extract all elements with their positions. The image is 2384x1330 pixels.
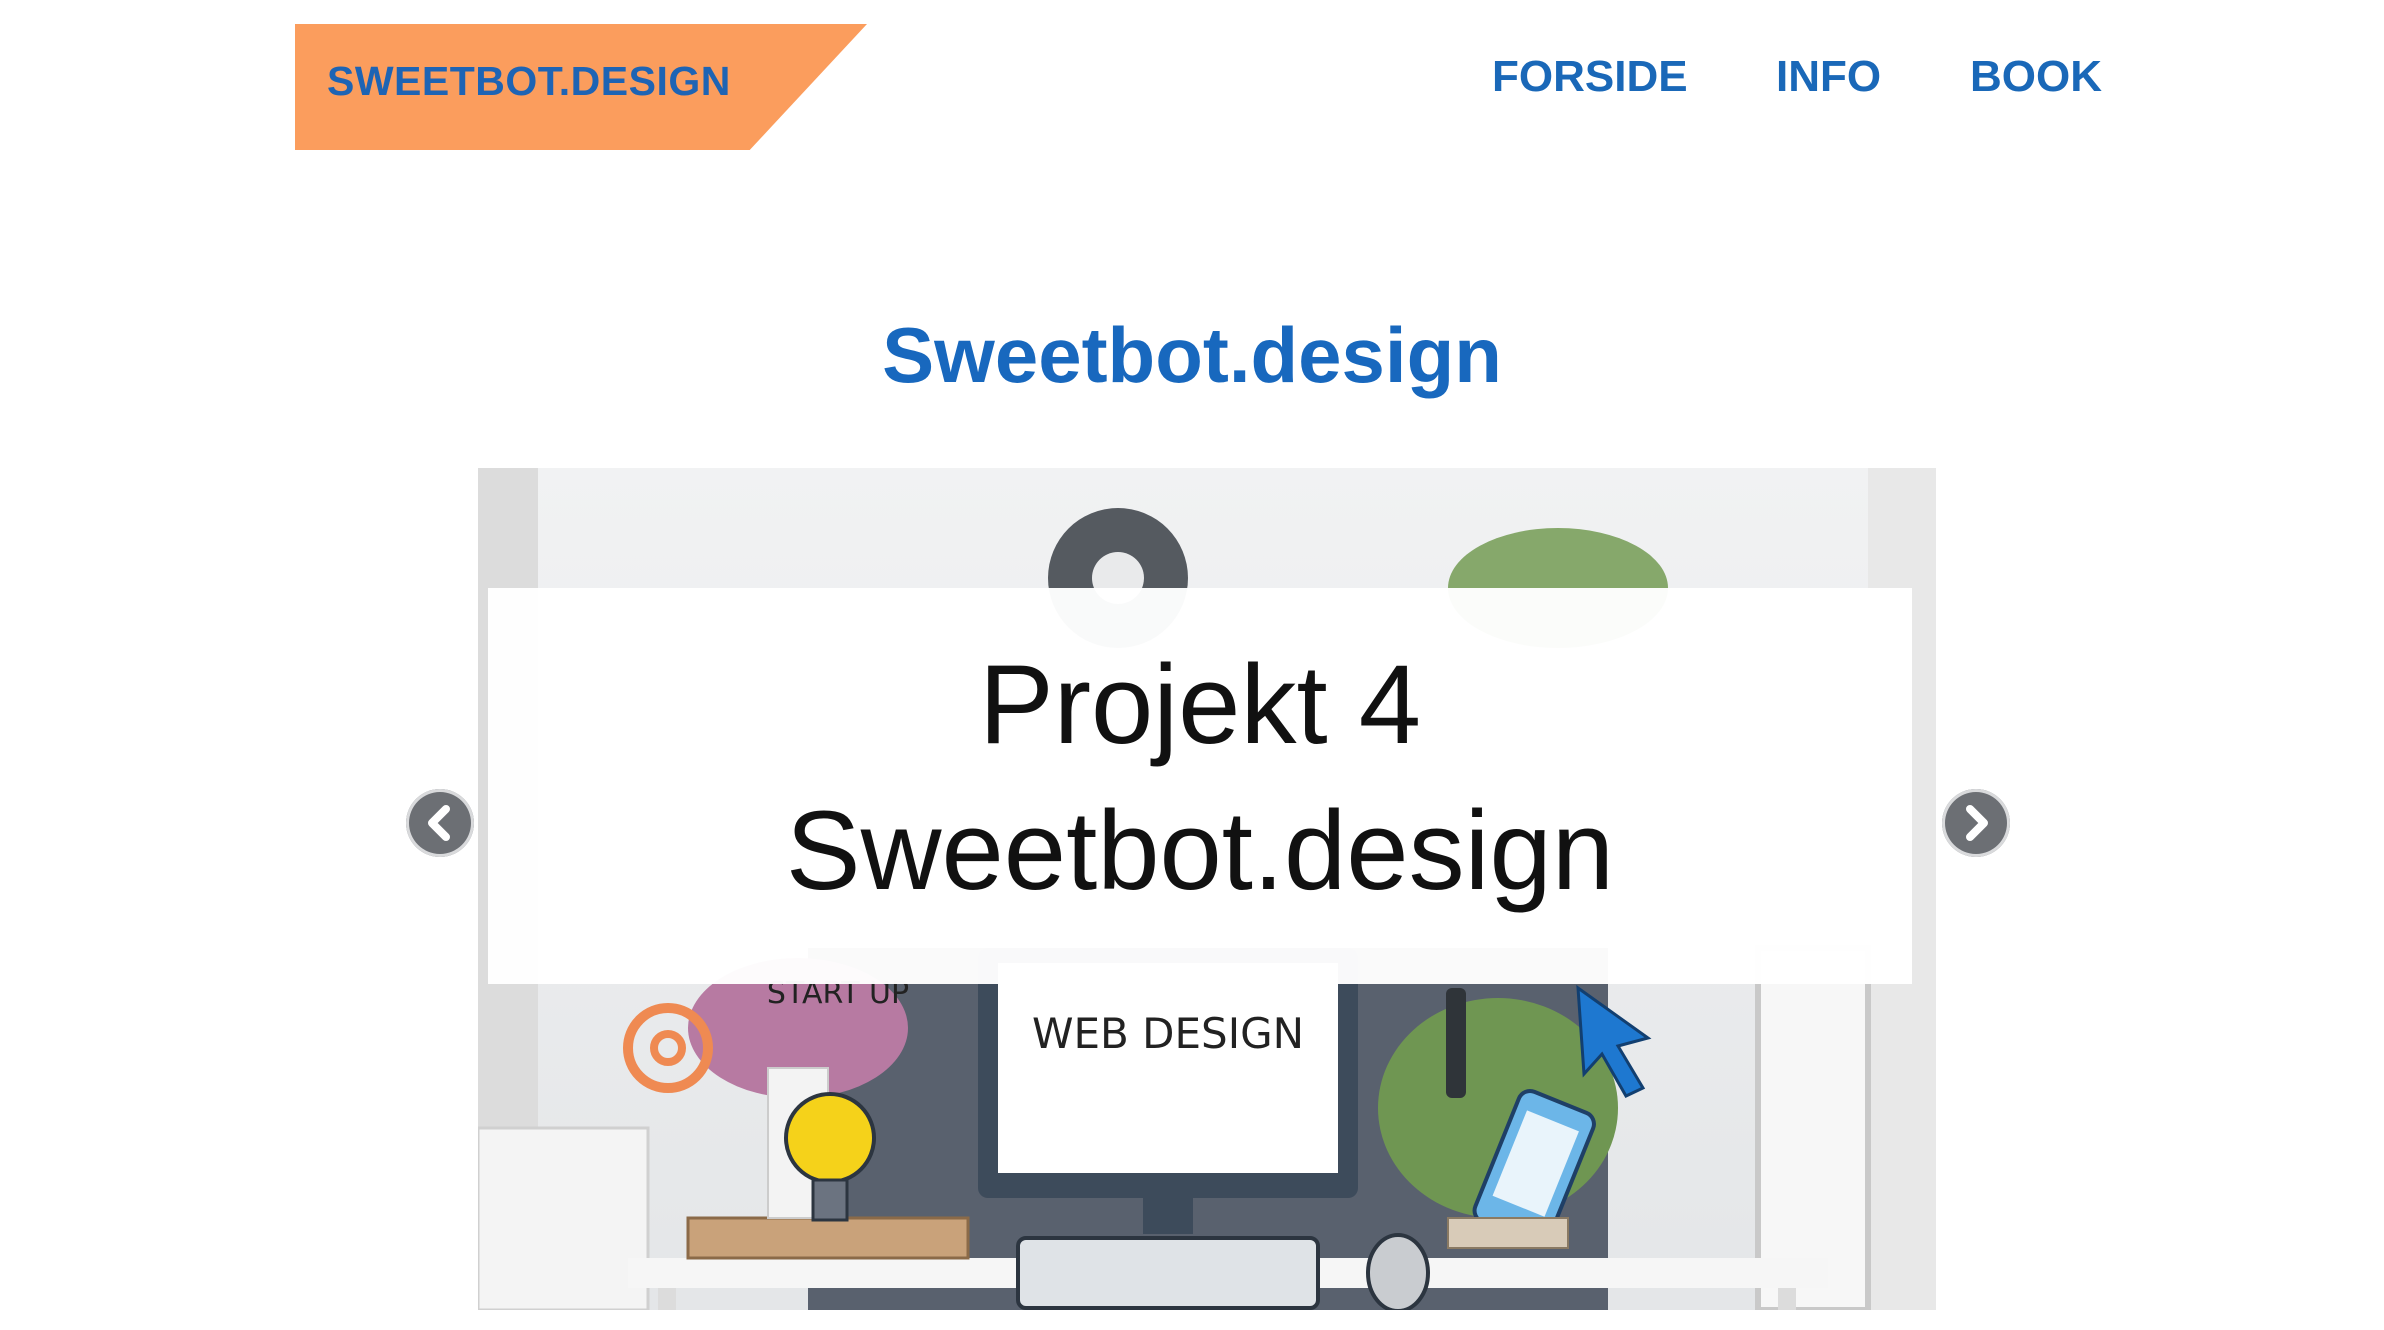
chevron-right-icon: [1966, 805, 1988, 841]
image-carousel: WEB DESIGN START UP Projekt 4 Sweetbot.d…: [478, 468, 1936, 1310]
chevron-left-icon: [428, 805, 450, 841]
carousel-prev-button[interactable]: [406, 789, 474, 857]
illustration-text-webdesign: WEB DESIGN: [1032, 1009, 1304, 1058]
main-nav: FORSIDE INFO BOOK: [0, 52, 2384, 108]
nav-item-book[interactable]: BOOK: [1970, 52, 2102, 102]
carousel-next-button[interactable]: [1942, 789, 2010, 857]
slide-caption: Projekt 4 Sweetbot.design: [488, 588, 1912, 984]
slide-caption-line1: Projekt 4: [979, 642, 1421, 767]
slide-caption-line2: Sweetbot.design: [785, 788, 1615, 913]
page-title: Sweetbot.design: [882, 311, 1502, 399]
nav-item-info[interactable]: INFO: [1776, 52, 1881, 102]
nav-item-forside[interactable]: FORSIDE: [1492, 52, 1688, 102]
